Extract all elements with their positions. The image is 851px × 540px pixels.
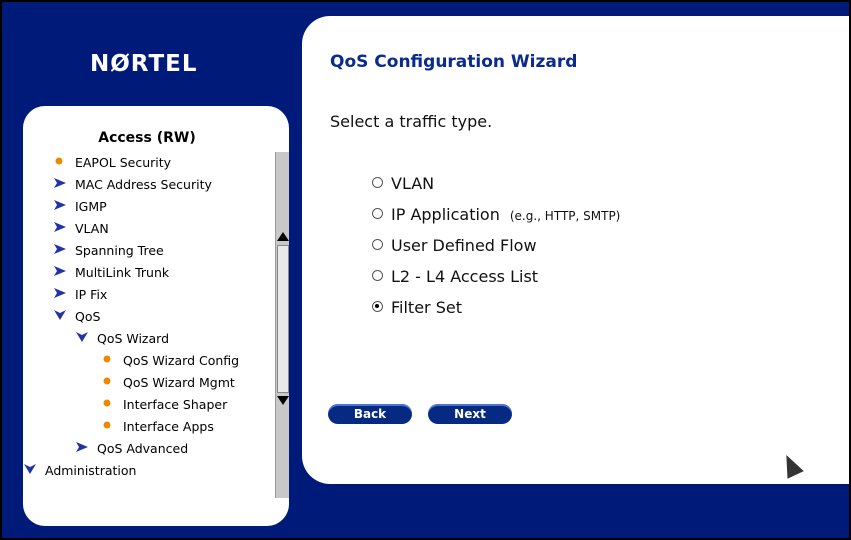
bullet-icon <box>101 372 119 394</box>
radio-button[interactable] <box>372 177 383 188</box>
page-title: QoS Configuration Wizard <box>330 52 578 72</box>
chevron-right-icon <box>53 218 71 240</box>
nav-item-label: Spanning Tree <box>74 243 164 258</box>
nav-item-label: MAC Address Security <box>74 177 212 192</box>
radio-label: User Defined Flow <box>391 236 537 255</box>
radio-option-l2-l4-access-list[interactable]: L2 - L4 Access List <box>372 265 538 289</box>
nav-item-qos-wizard-config[interactable]: QoS Wizard Config <box>101 350 239 372</box>
nav-item-label: QoS Wizard Mgmt <box>122 375 235 390</box>
nav-item-label: VLAN <box>74 221 109 236</box>
radio-button[interactable] <box>372 208 383 219</box>
nav-item-qos-advanced[interactable]: QoS Advanced <box>75 438 188 460</box>
nav-item-qos-wizard[interactable]: QoS Wizard <box>75 328 169 350</box>
nav-item-ip-fix[interactable]: IP Fix <box>53 284 107 306</box>
radio-label: L2 - L4 Access List <box>391 267 539 286</box>
nortel-logo: NØRTEL <box>90 51 198 77</box>
radio-label: IP Application <box>391 205 500 224</box>
radio-button-selected[interactable] <box>372 301 383 312</box>
chevron-right-icon <box>53 262 71 284</box>
radio-button[interactable] <box>372 239 383 250</box>
back-button[interactable]: Back <box>328 404 412 424</box>
nav-item-label: IP Fix <box>74 287 108 302</box>
nav-item-label: QoS Wizard <box>96 331 170 346</box>
nav-title: Access (RW) <box>98 130 196 146</box>
radio-option-vlan[interactable]: VLAN <box>372 172 434 196</box>
traffic-type-prompt: Select a traffic type. <box>330 112 493 131</box>
scroll-down-arrow-icon[interactable] <box>277 396 289 405</box>
radio-option-user-defined-flow[interactable]: User Defined Flow <box>372 234 537 258</box>
nav-item-label: IGMP <box>74 199 107 214</box>
nav-item-label: QoS <box>74 309 101 324</box>
chevron-right-icon <box>75 438 93 460</box>
nav-item-label: Interface Apps <box>122 419 214 434</box>
chevron-right-icon <box>53 240 71 262</box>
nav-item-label: QoS Wizard Config <box>122 353 240 368</box>
nav-item-interface-shaper[interactable]: Interface Shaper <box>101 394 227 416</box>
chevron-right-icon <box>53 284 71 306</box>
nav-item-mac-address-security[interactable]: MAC Address Security <box>53 174 212 196</box>
app-frame: NØRTEL Access (RW) EAPOL Security MAC Ad… <box>0 0 851 540</box>
nav-item-label: Interface Shaper <box>122 397 228 412</box>
chevron-down-icon <box>53 306 71 328</box>
bullet-icon <box>101 416 119 438</box>
content-panel: QoS Configuration Wizard Select a traffi… <box>302 16 849 484</box>
nav-item-qos-wizard-mgmt[interactable]: QoS Wizard Mgmt <box>101 372 235 394</box>
nav-item-eapol-security[interactable]: EAPOL Security <box>53 152 171 174</box>
scroll-thumb[interactable] <box>277 245 289 393</box>
chevron-down-icon <box>75 328 93 350</box>
nav-item-label: MultiLink Trunk <box>74 265 170 280</box>
nav-scrollbar[interactable] <box>275 152 289 498</box>
radio-option-ip-application[interactable]: IP Application (e.g., HTTP, SMTP) <box>372 203 620 227</box>
bullet-icon <box>101 350 119 372</box>
nav-item-label: Administration <box>44 463 137 478</box>
nav-item-label: EAPOL Security <box>74 155 172 170</box>
nav-item-multilink-trunk[interactable]: MultiLink Trunk <box>53 262 169 284</box>
chevron-down-icon <box>23 460 41 482</box>
radio-hint: (e.g., HTTP, SMTP) <box>509 209 621 223</box>
radio-button[interactable] <box>372 270 383 281</box>
scroll-up-arrow-icon[interactable] <box>277 232 289 241</box>
bullet-icon <box>53 152 71 174</box>
nav-item-spanning-tree[interactable]: Spanning Tree <box>53 240 164 262</box>
radio-label: Filter Set <box>391 298 462 317</box>
navigation-panel: Access (RW) EAPOL Security MAC Address S… <box>23 106 289 526</box>
bullet-icon <box>101 394 119 416</box>
nav-item-label: QoS Advanced <box>96 441 189 456</box>
nav-item-interface-apps[interactable]: Interface Apps <box>101 416 214 438</box>
chevron-right-icon <box>53 174 71 196</box>
radio-label: VLAN <box>391 174 435 193</box>
next-button[interactable]: Next <box>428 404 512 424</box>
nav-item-qos[interactable]: QoS <box>53 306 100 328</box>
nav-item-igmp[interactable]: IGMP <box>53 196 107 218</box>
nav-item-administration[interactable]: Administration <box>23 460 136 482</box>
chevron-right-icon <box>53 196 71 218</box>
nav-item-vlan[interactable]: VLAN <box>53 218 109 240</box>
radio-option-filter-set[interactable]: Filter Set <box>372 296 462 320</box>
